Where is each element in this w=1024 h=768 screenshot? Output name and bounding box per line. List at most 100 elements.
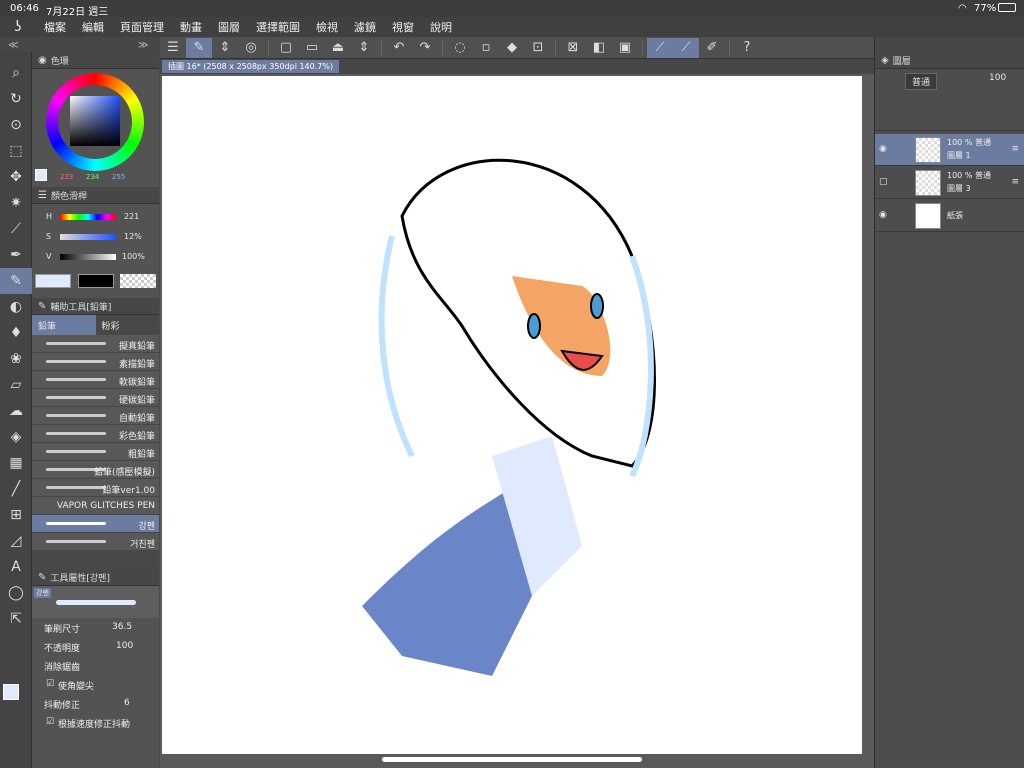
deselect-icon[interactable]: ◌: [447, 38, 473, 58]
transform-icon[interactable]: ⊠: [560, 38, 586, 58]
magic-wand-icon[interactable]: ✷: [0, 190, 32, 216]
layer-menu-icon[interactable]: ≡: [1011, 144, 1019, 154]
hue-slider[interactable]: [60, 214, 116, 220]
eye-icon[interactable]: ◉: [879, 210, 887, 220]
saturation-square[interactable]: [70, 96, 120, 146]
brush-tool-icon[interactable]: ◐: [0, 294, 32, 320]
blend-icon[interactable]: ☁: [0, 398, 32, 424]
zoom-tool-icon[interactable]: ⌕: [0, 60, 32, 86]
line-tool-icon[interactable]: ╱: [0, 476, 32, 502]
menu-icon[interactable]: ☰: [160, 38, 186, 58]
rotate-tool-icon[interactable]: ↻: [0, 86, 32, 112]
brush-item[interactable]: 粗鉛筆: [32, 443, 159, 461]
export-icon[interactable]: ⇕: [351, 38, 377, 58]
brush-item[interactable]: 擬真鉛筆: [32, 335, 159, 353]
new-file-icon[interactable]: ▢: [273, 38, 299, 58]
antialias-row: 消除鋸齒: [44, 663, 81, 673]
fill-tool-icon[interactable]: ◈: [0, 424, 32, 450]
eye-icon[interactable]: ◉: [879, 144, 887, 154]
menu-animation[interactable]: 動畫: [172, 19, 210, 35]
brush-icon[interactable]: ⟋: [673, 37, 699, 58]
menu-selection[interactable]: 選擇範圍: [248, 19, 308, 35]
sub-color-chip[interactable]: [78, 274, 114, 288]
brush-item[interactable]: 自動鉛筆: [32, 407, 159, 425]
tab-pencil[interactable]: 鉛筆: [32, 315, 96, 335]
gradient-icon[interactable]: ▦: [0, 450, 32, 476]
menu-page[interactable]: 頁面管理: [112, 19, 172, 35]
menu-layer[interactable]: 圖層: [210, 19, 248, 35]
frame-tool-icon[interactable]: ⊞: [0, 502, 32, 528]
crop-icon[interactable]: ⊡: [525, 38, 551, 58]
home-indicator[interactable]: [382, 757, 642, 762]
menu-file[interactable]: 檔案: [36, 19, 74, 35]
tab-pastel[interactable]: 粉彩: [96, 315, 160, 335]
fill-icon[interactable]: ◆: [499, 38, 525, 58]
canvas-area: [160, 74, 874, 768]
menu-help[interactable]: 說明: [422, 19, 460, 35]
current-color-swatch[interactable]: [35, 169, 47, 181]
correct-line-icon[interactable]: ⇱: [0, 606, 32, 632]
menu-edit[interactable]: 編輯: [74, 19, 112, 35]
app-logo-icon[interactable]: ʖ: [0, 19, 36, 35]
move-tool-icon[interactable]: ✥: [0, 164, 32, 190]
drawing-canvas[interactable]: [162, 76, 862, 754]
eraser-icon[interactable]: ▱: [0, 372, 32, 398]
expand-icon[interactable]: ≫: [138, 40, 148, 51]
operation-tool-icon[interactable]: ⊙: [0, 112, 32, 138]
pen-tool-icon[interactable]: ✒: [0, 242, 32, 268]
corner-checkbox[interactable]: ☑: [46, 679, 54, 689]
decoration-icon[interactable]: ❀: [0, 346, 32, 372]
balloon-icon[interactable]: ◯: [0, 580, 32, 606]
flip-icon[interactable]: ◧: [586, 38, 612, 58]
stabilization-value[interactable]: 6: [124, 698, 130, 708]
open-file-icon[interactable]: ▭: [299, 38, 325, 58]
opacity-value[interactable]: 100: [116, 641, 133, 651]
pencil-tool-icon[interactable]: ✎: [0, 268, 32, 294]
app-icon[interactable]: ◎: [238, 38, 264, 58]
layer-row[interactable]: ▢ 100 % 普通 圖層 3 ≡: [875, 167, 1024, 199]
brush-item[interactable]: 鉛筆ver1.00: [32, 479, 159, 497]
frame-icon[interactable]: ▣: [612, 38, 638, 58]
speed-checkbox[interactable]: ☑: [46, 717, 54, 727]
toggle-icon[interactable]: ⇕: [212, 38, 238, 58]
eyedropper-icon[interactable]: ⟋: [0, 216, 32, 242]
transparent-color-chip[interactable]: [120, 274, 156, 288]
undo-icon[interactable]: ↶: [386, 38, 412, 58]
airbrush-icon[interactable]: ♦: [0, 320, 32, 346]
main-color-swatch[interactable]: [3, 684, 19, 700]
brush-item[interactable]: 彩色鉛筆: [32, 425, 159, 443]
menu-view[interactable]: 檢視: [308, 19, 346, 35]
pen-pressure-icon[interactable]: ⟋: [647, 37, 673, 58]
canvas-tab[interactable]: 插圖 16* (2508 x 2508px 350dpi 140.7%): [162, 60, 340, 73]
eye-icon[interactable]: ▢: [879, 177, 888, 187]
edit-icon[interactable]: ✎: [186, 37, 212, 58]
value-slider[interactable]: [60, 254, 116, 260]
redo-icon[interactable]: ↷: [412, 38, 438, 58]
collapse-icon[interactable]: ≪: [8, 40, 18, 51]
text-tool-icon[interactable]: A: [0, 554, 32, 580]
pencil-icon[interactable]: ✐: [699, 38, 725, 58]
brush-size-value[interactable]: 36.5: [112, 622, 132, 632]
main-color-chip[interactable]: [35, 274, 71, 288]
select-tool-icon[interactable]: ⬚: [0, 138, 32, 164]
layer-row[interactable]: ◉ 紙張: [875, 200, 1024, 232]
save-icon[interactable]: ⏏: [325, 38, 351, 58]
help-icon[interactable]: ?: [734, 38, 760, 58]
layer-opacity-value[interactable]: 100: [989, 73, 1006, 83]
blend-mode-select[interactable]: 普通: [905, 73, 938, 90]
layer-thumbnail: [915, 137, 941, 163]
brush-item[interactable]: 鉛筆(感壓模擬): [32, 461, 159, 479]
menu-window[interactable]: 視窗: [384, 19, 422, 35]
brush-item[interactable]: 軟碳鉛筆: [32, 371, 159, 389]
ruler-icon[interactable]: ◿: [0, 528, 32, 554]
brush-item[interactable]: 素描鉛筆: [32, 353, 159, 371]
brush-item[interactable]: VAPOR GLITCHES PEN: [32, 497, 159, 515]
brush-item[interactable]: 거친펜: [32, 533, 159, 551]
layer-row[interactable]: ◉ 100 % 普通 圖層 1 ≡: [875, 134, 1024, 166]
menu-filter[interactable]: 濾鏡: [346, 19, 384, 35]
layer-menu-icon[interactable]: ≡: [1011, 177, 1019, 187]
brush-item-selected[interactable]: 강펜: [32, 515, 159, 533]
clear-icon[interactable]: ▫: [473, 38, 499, 58]
brush-item[interactable]: 硬碳鉛筆: [32, 389, 159, 407]
saturation-slider[interactable]: [60, 234, 116, 240]
